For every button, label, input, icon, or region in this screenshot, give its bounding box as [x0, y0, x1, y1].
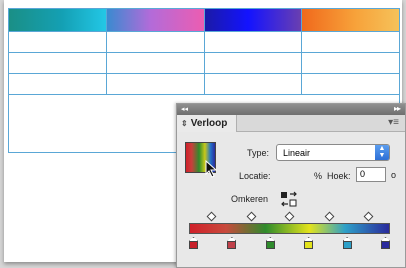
select-arrows-icon: ▲ ▼	[375, 145, 389, 160]
panel-close-icon[interactable]: ▸▸	[394, 104, 401, 113]
table-header-cell-1[interactable]	[9, 9, 107, 31]
reverse-gradient-icon[interactable]	[280, 190, 298, 208]
gradient-stop[interactable]	[304, 237, 314, 249]
gradient-ramp[interactable]	[189, 223, 390, 234]
type-select[interactable]: Lineair ▲ ▼	[276, 144, 390, 161]
table-cell[interactable]	[205, 32, 303, 52]
angle-input[interactable]: 0	[356, 167, 386, 182]
table-cell[interactable]	[302, 53, 399, 73]
panel-titlebar[interactable]: ◂◂ ▸▸	[177, 104, 405, 115]
table-cell[interactable]	[302, 32, 399, 52]
table-cell[interactable]	[302, 74, 399, 94]
type-select-value: Lineair	[283, 147, 311, 158]
collapse-icon[interactable]: ◂◂	[181, 105, 188, 113]
gradient-stop[interactable]	[227, 237, 237, 249]
angle-unit: o	[391, 170, 397, 180]
type-label: Type:	[247, 148, 270, 158]
table-cell[interactable]	[205, 74, 303, 94]
midpoint-diamond[interactable]	[206, 211, 217, 222]
table-cell[interactable]	[107, 32, 205, 52]
document-canvas: ◂◂ ▸▸ ⇕ Verloop ▾≡ Type: Lineair ▲ ▼ Loca…	[0, 0, 406, 268]
table-cell[interactable]	[107, 53, 205, 73]
table-header-row	[9, 9, 399, 31]
tab-verloop[interactable]: ⇕ Verloop	[177, 115, 237, 132]
tab-label: Verloop	[190, 118, 228, 129]
panel-tabbar: ⇕ Verloop ▾≡	[177, 115, 405, 132]
table-header-cell-2[interactable]	[106, 9, 205, 31]
gradient-panel: ◂◂ ▸▸ ⇕ Verloop ▾≡ Type: Lineair ▲ ▼ Loca…	[176, 103, 406, 268]
table-cell[interactable]	[205, 53, 303, 73]
location-unit: %	[314, 171, 323, 181]
midpoint-diamond[interactable]	[363, 211, 374, 222]
midpoint-diamond[interactable]	[324, 211, 335, 222]
midpoint-diamond[interactable]	[284, 211, 295, 222]
table-cell[interactable]	[107, 74, 205, 94]
table-header-cell-4[interactable]	[302, 9, 399, 31]
table-header-cell-3[interactable]	[204, 9, 303, 31]
gradient-stop[interactable]	[381, 237, 390, 249]
mouse-pointer-icon	[205, 160, 218, 178]
table-cell[interactable]	[9, 74, 107, 94]
gradient-stop[interactable]	[265, 237, 275, 249]
reverse-label: Omkeren	[231, 194, 269, 204]
table-row	[9, 31, 399, 52]
table-row	[9, 73, 399, 94]
table-cell[interactable]	[9, 53, 107, 73]
table-row	[9, 52, 399, 73]
gradient-stop[interactable]	[189, 237, 198, 249]
tab-options-icon: ⇕	[181, 119, 188, 128]
location-label: Locatie:	[239, 171, 271, 181]
panel-menu-icon[interactable]: ▾≡	[388, 117, 399, 128]
table-cell[interactable]	[9, 32, 107, 52]
gradient-stop[interactable]	[342, 237, 352, 249]
midpoint-diamond[interactable]	[246, 211, 257, 222]
angle-label: Hoek:	[327, 171, 351, 181]
